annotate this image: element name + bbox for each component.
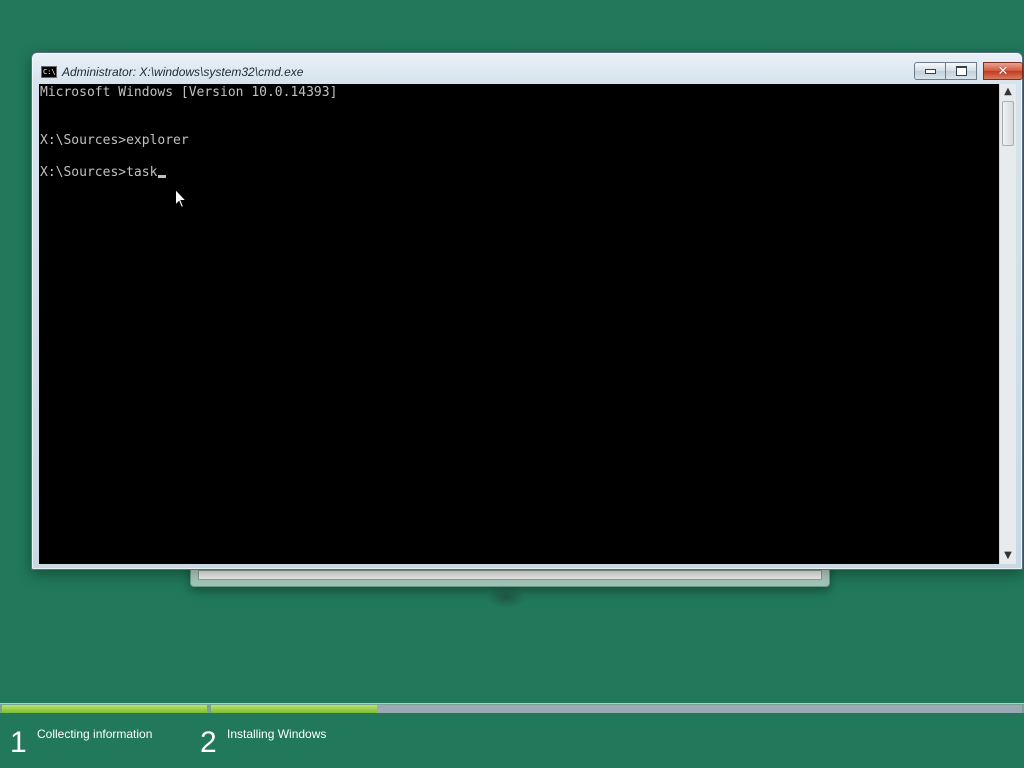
progress-segment-installing xyxy=(211,705,1022,713)
text-cursor xyxy=(158,175,167,178)
console-line: Microsoft Windows [Version 10.0.14393] xyxy=(40,85,338,100)
scroll-thumb[interactable] xyxy=(1002,101,1014,146)
mouse-pointer-icon xyxy=(175,189,187,209)
console-line: X:\Sources>explorer xyxy=(40,133,189,148)
scroll-down-button[interactable]: ▼ xyxy=(1000,548,1016,564)
step-number: 1 xyxy=(10,726,27,759)
maximize-icon xyxy=(955,66,967,76)
step-label: Installing Windows xyxy=(227,727,327,741)
close-icon: ✕ xyxy=(997,63,1009,79)
progress-fill xyxy=(2,705,207,713)
close-button[interactable]: ✕ xyxy=(983,62,1023,80)
step-label: Collecting information xyxy=(37,727,153,741)
console-output[interactable]: Microsoft Windows [Version 10.0.14393] X… xyxy=(39,84,999,564)
step-number: 2 xyxy=(200,726,217,759)
cmd-window[interactable]: C:\ Administrator: X:\windows\system32\c… xyxy=(31,52,1023,570)
progress-fill xyxy=(211,705,378,713)
console-input-text: X:\Sources>task xyxy=(40,165,158,180)
maximize-button[interactable] xyxy=(945,62,977,80)
setup-window-content-strip xyxy=(198,570,822,580)
cmd-icon[interactable]: C:\ xyxy=(41,66,57,78)
setup-window-shadow xyxy=(486,586,526,608)
minimize-button[interactable] xyxy=(914,62,946,80)
minimize-icon xyxy=(924,68,936,74)
console-prompt-line[interactable]: X:\Sources>task xyxy=(40,165,167,181)
title-bar[interactable]: C:\ Administrator: X:\windows\system32\c… xyxy=(32,53,1023,85)
window-title: Administrator: X:\windows\system32\cmd.e… xyxy=(62,65,304,79)
setup-progress-bar xyxy=(0,703,1024,713)
progress-segment-collecting xyxy=(2,705,207,713)
vertical-scrollbar[interactable]: ▲ ▼ xyxy=(999,84,1016,564)
scroll-up-button[interactable]: ▲ xyxy=(1000,84,1016,100)
